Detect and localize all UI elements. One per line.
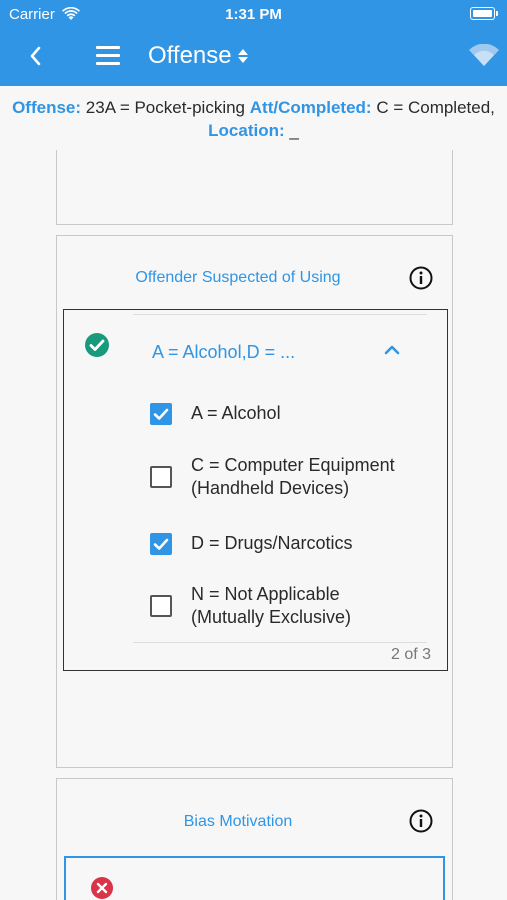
option-label: D = Drugs/Narcotics: [191, 533, 353, 553]
option-label: C = Computer Equipment: [191, 455, 395, 475]
clock-label: 1:31 PM: [225, 6, 282, 23]
signal-icon: [469, 44, 499, 66]
page-indicator: 2 of 3: [390, 646, 431, 663]
option-computer-equipment[interactable]: C = Computer Equipment (Handheld Devices…: [150, 454, 440, 500]
checkbox-checked-icon[interactable]: [150, 402, 172, 425]
option-sublabel: (Handheld Devices): [191, 478, 350, 498]
offense-label: Offense:: [12, 98, 82, 117]
page-title-dropdown[interactable]: Offense: [148, 42, 249, 70]
option-sublabel: (Mutually Exclusive): [191, 607, 352, 627]
page-title: Offense: [148, 42, 232, 69]
offense-value: 23A = Pocket-picking: [85, 98, 246, 117]
checkbox-checked-icon[interactable]: [150, 532, 172, 555]
offense-summary: Offense: 23A = Pocket-picking Att/Comple…: [10, 96, 497, 142]
info-icon[interactable]: [409, 809, 433, 833]
previous-field-card: [56, 150, 453, 225]
battery-icon: [470, 7, 498, 20]
bias-motivation-card: Bias Motivation: [56, 778, 453, 900]
status-bar: Carrier 1:31 PM: [0, 0, 507, 28]
att-completed-value: C = Completed,: [376, 98, 495, 117]
option-label: A = Alcohol: [191, 403, 281, 423]
bias-motivation-select[interactable]: [64, 856, 445, 900]
suspected-using-title: Offender Suspected of Using: [135, 269, 341, 286]
menu-icon[interactable]: [96, 46, 120, 66]
divider: [133, 314, 427, 315]
back-icon[interactable]: [24, 42, 48, 70]
option-alcohol[interactable]: A = Alcohol: [150, 402, 440, 425]
selected-value[interactable]: A = Alcohol,D = ...: [152, 342, 295, 363]
location-value: _: [289, 121, 299, 140]
att-completed-label: Att/Completed:: [249, 98, 372, 117]
location-label: Location:: [208, 121, 285, 140]
check-circle-icon: [85, 333, 109, 357]
sort-icon: [237, 49, 248, 63]
app-bar: Carrier 1:31 PM Offense: [0, 0, 507, 86]
option-drugs-narcotics[interactable]: D = Drugs/Narcotics: [150, 532, 440, 555]
suspected-using-select[interactable]: A = Alcohol,D = ... A = Alcohol C = Comp…: [63, 309, 448, 671]
option-not-applicable[interactable]: N = Not Applicable (Mutually Exclusive): [150, 583, 440, 629]
checkbox-unchecked-icon[interactable]: [150, 466, 172, 488]
bias-motivation-title: Bias Motivation: [183, 813, 293, 830]
option-label: N = Not Applicable: [191, 584, 340, 604]
info-icon[interactable]: [409, 266, 433, 290]
error-circle-icon: [91, 877, 113, 899]
chevron-up-icon[interactable]: [382, 340, 402, 360]
divider: [133, 642, 427, 643]
checkbox-unchecked-icon[interactable]: [150, 595, 172, 617]
suspected-using-card: Offender Suspected of Using A = Alcohol,…: [56, 235, 453, 768]
